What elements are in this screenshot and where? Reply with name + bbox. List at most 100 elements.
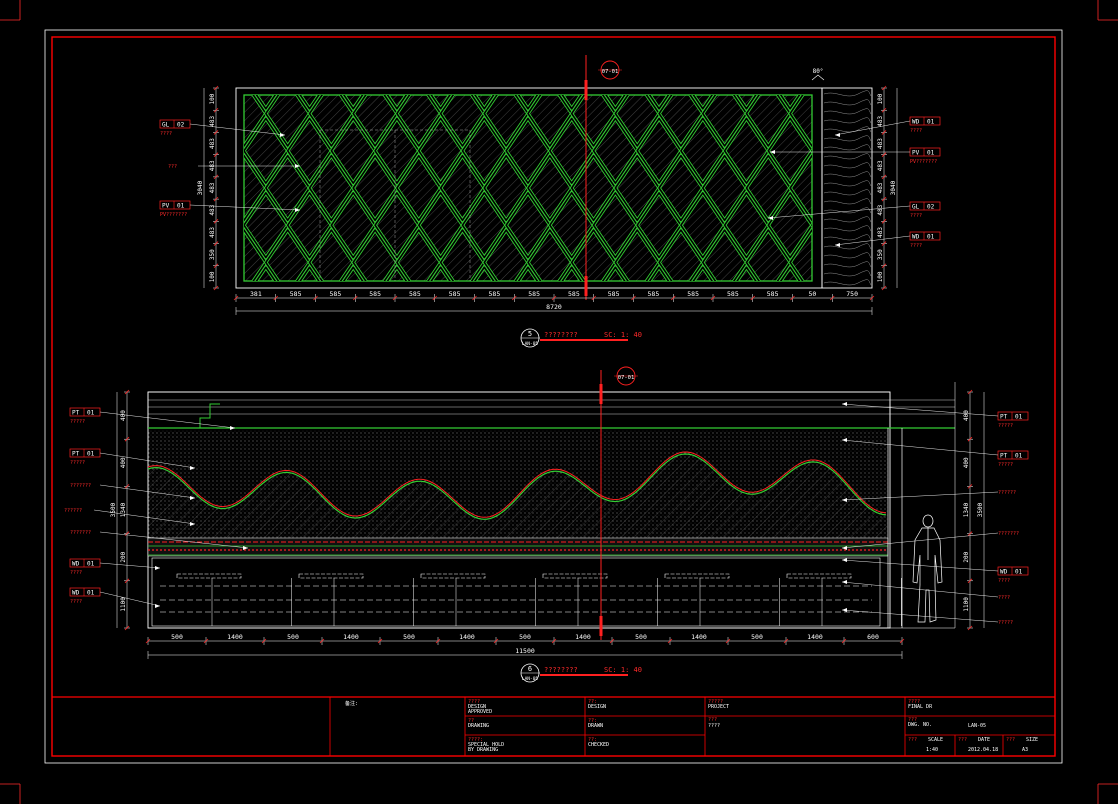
tag-note: PV??????? — [160, 212, 187, 218]
vdim-label: 1340 — [963, 502, 970, 517]
tag-number: 02 — [927, 204, 935, 211]
dim-label: 585 — [648, 290, 660, 298]
vdim-total-label: 3040 — [890, 180, 897, 195]
vdim-label: 400 — [963, 410, 970, 421]
drawing-sheet-6: LAN-05 — [522, 676, 539, 682]
title-block-text: DWG. NO. — [908, 722, 932, 728]
tag-note: ???? — [998, 578, 1010, 584]
title-block-text: FINAL DR — [908, 704, 933, 710]
title-block-text: ???? — [708, 723, 720, 729]
section-mark-text: 07-01 — [602, 69, 619, 75]
drawing-number: 5 — [528, 330, 532, 338]
tag-note: ???? — [160, 131, 172, 137]
vdim-label: 483 — [877, 160, 884, 171]
vdim-label: 350 — [877, 249, 884, 260]
title-block-text: DRAWING — [468, 723, 489, 729]
vdim-label: 1340 — [120, 502, 127, 517]
bottom-section-mark-text: 07-01 — [618, 375, 635, 381]
tag-number: 01 — [1015, 453, 1023, 460]
dim-label: 585 — [409, 290, 421, 298]
tag-number: 01 — [1015, 414, 1023, 421]
dim-label: 585 — [687, 290, 699, 298]
vdim-total-label: 3500 — [977, 502, 984, 517]
title-block-text: PROJECT — [708, 704, 729, 710]
tag-number: 01 — [927, 234, 935, 241]
tag-note: ????? — [70, 419, 85, 425]
dim-label: 1400 — [459, 633, 475, 641]
tag-number: 01 — [87, 410, 95, 417]
dim-label: 500 — [171, 633, 183, 641]
vdim-label: 100 — [209, 271, 216, 282]
vdim-label: 200 — [963, 551, 970, 562]
dim-label: 585 — [727, 290, 739, 298]
vdim-label: 1100 — [963, 597, 970, 612]
tag-note: ????? — [998, 620, 1013, 626]
dim-label: 1400 — [807, 633, 823, 641]
dim-label: 500 — [635, 633, 647, 641]
vdim-label: 100 — [209, 93, 216, 104]
vdim-total-label: 3040 — [197, 180, 204, 195]
tag-note: ???? — [910, 128, 922, 134]
drawing-title: ???????? — [544, 331, 578, 339]
dim-label: 1400 — [227, 633, 243, 641]
tag-note: ???? — [70, 599, 82, 605]
scale-value: 1:40 — [926, 747, 938, 753]
vdim-label: 483 — [209, 182, 216, 193]
drawing-scale: SC: 1: 40 — [604, 331, 642, 339]
tag-number: 01 — [927, 150, 935, 157]
dim-label: 585 — [369, 290, 381, 298]
vdim-label: 400 — [963, 457, 970, 468]
title-block-text: DRAWN — [588, 723, 603, 729]
tag-code: PV — [162, 203, 170, 210]
tag-code: PT — [72, 451, 80, 458]
tag-note: ???? — [910, 213, 922, 219]
dim-label: 381 — [250, 290, 262, 298]
vdim-label: 483 — [877, 182, 884, 193]
tag-note: ??? — [168, 164, 177, 170]
dim-label: 585 — [489, 290, 501, 298]
tag-note: ???? — [998, 595, 1010, 601]
dim-label: 600 — [867, 633, 879, 641]
tag-note: ??????? — [70, 483, 91, 489]
drawing-number-6: 6 — [528, 665, 532, 673]
tag-code: WD — [1000, 569, 1008, 576]
dim-label: 500 — [519, 633, 531, 641]
title-block-text: DESIGN — [588, 704, 606, 710]
drawing-number-value: LAN-05 — [968, 723, 986, 729]
tag-code: PT — [1000, 414, 1008, 421]
dim-label: 585 — [568, 290, 580, 298]
tag-note: ????? — [998, 423, 1013, 429]
remarks-label: 备注: — [345, 700, 358, 707]
vdim-label: 483 — [877, 116, 884, 127]
dim-label: 585 — [330, 290, 342, 298]
dim-label: 1400 — [343, 633, 359, 641]
vdim-label: 483 — [877, 138, 884, 149]
dim-label: 1400 — [691, 633, 707, 641]
tag-code: GL — [912, 204, 920, 211]
dim-label: 1400 — [575, 633, 591, 641]
tag-note: ??????? — [998, 531, 1019, 537]
date-prefix: ??? — [958, 737, 967, 743]
vdim-label: 1100 — [120, 597, 127, 612]
vdim-label: 483 — [209, 160, 216, 171]
vdim-label: 483 — [209, 116, 216, 127]
dim-label: 500 — [403, 633, 415, 641]
tag-note: ????? — [70, 460, 85, 466]
tag-note: ??????? — [70, 530, 91, 536]
vdim-label: 483 — [877, 227, 884, 238]
tag-number: 01 — [177, 203, 185, 210]
vdim-label: 400 — [120, 457, 127, 468]
vdim-label: 100 — [877, 271, 884, 282]
vdim-label: 483 — [877, 204, 884, 215]
vdim-label: 483 — [209, 138, 216, 149]
size-prefix: ??? — [1006, 737, 1015, 743]
dim-label: 50 — [808, 290, 816, 298]
dim-total-label: 8720 — [546, 303, 562, 311]
led-band — [147, 537, 889, 557]
tag-code: PV — [912, 150, 920, 157]
dim-label: 585 — [290, 290, 302, 298]
tag-number: 01 — [87, 590, 95, 597]
tag-note: PV??????? — [910, 159, 937, 165]
tag-code: WD — [912, 119, 920, 126]
tag-code: PT — [1000, 453, 1008, 460]
